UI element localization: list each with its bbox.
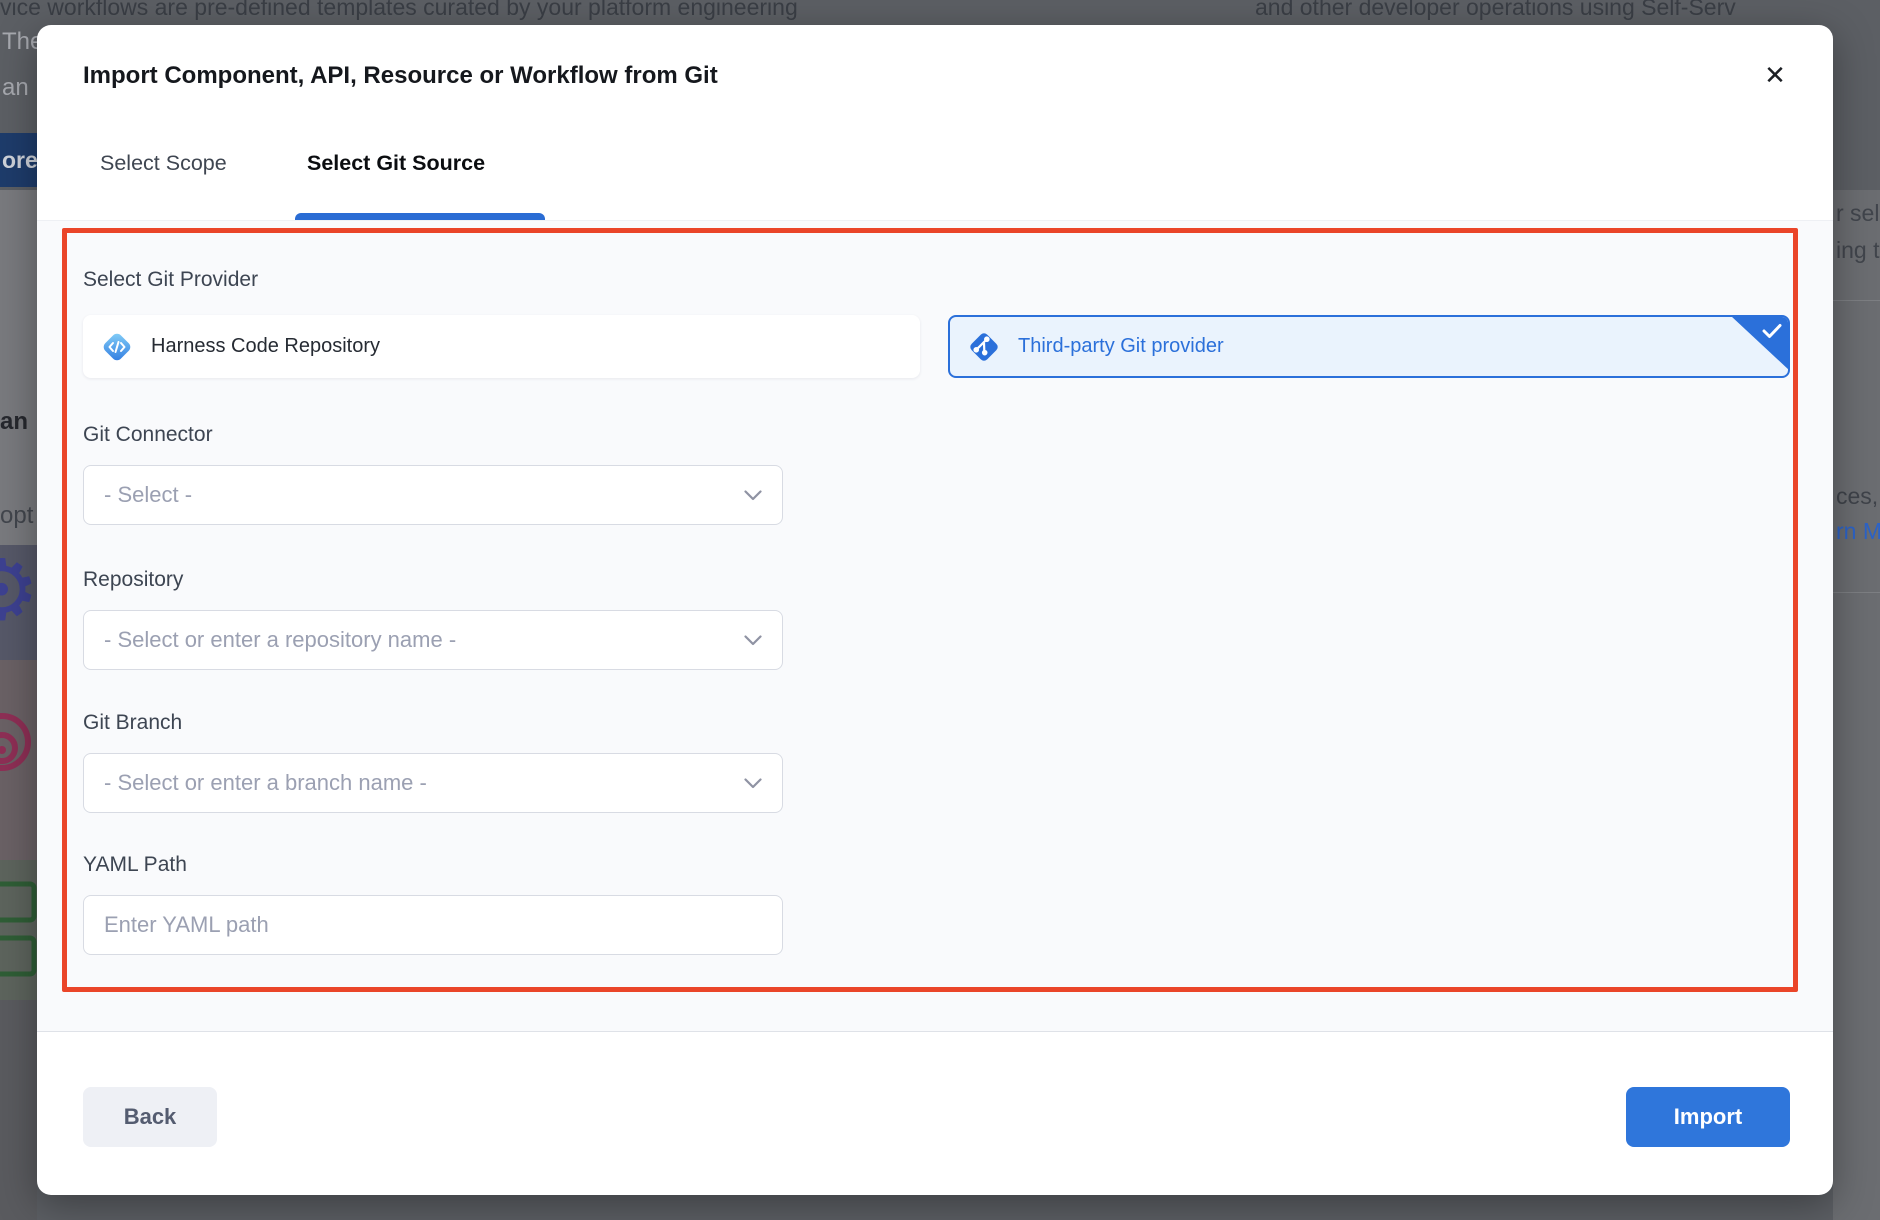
backdrop-fragment: ing t xyxy=(1836,237,1879,264)
placeholder-text: - Select or enter a branch name - xyxy=(104,770,744,796)
provider-card-label: Third-party Git provider xyxy=(1018,335,1224,358)
selected-check-corner xyxy=(1731,316,1789,370)
placeholder-text: - Select - xyxy=(104,482,744,508)
provider-card-label: Harness Code Repository xyxy=(151,335,380,358)
squares-icon xyxy=(0,880,40,990)
provider-card-third-party-git[interactable]: Third-party Git provider xyxy=(948,315,1790,378)
yaml-path-input[interactable] xyxy=(83,895,783,955)
screen: vice workflows are pre-defined templates… xyxy=(0,0,1880,1220)
git-connector-select[interactable]: - Select - xyxy=(83,465,783,525)
backdrop-button-fragment: ore xyxy=(0,133,42,187)
backdrop-fragment: opt xyxy=(0,502,33,530)
backdrop-left-bottom xyxy=(0,1000,37,1220)
placeholder-text: - Select or enter a repository name - xyxy=(104,627,744,653)
close-icon[interactable]: ✕ xyxy=(1757,57,1793,93)
check-icon xyxy=(1762,323,1782,339)
import-button[interactable]: Import xyxy=(1626,1087,1790,1147)
modal-title: Import Component, API, Resource or Workf… xyxy=(83,62,718,90)
code-diamond-icon xyxy=(99,329,135,365)
backdrop-fragment: an xyxy=(0,408,28,436)
backdrop-right-light xyxy=(1833,190,1880,1220)
backdrop-top-left-text: vice workflows are pre-defined templates… xyxy=(0,0,798,21)
backdrop-fragment: an xyxy=(2,74,29,102)
tab-select-git-source[interactable]: Select Git Source xyxy=(307,151,485,176)
backdrop-link-fragment: rn M xyxy=(1836,518,1880,545)
git-branch-select[interactable]: - Select or enter a branch name - xyxy=(83,753,783,813)
gear-icon: ⚙ xyxy=(0,548,39,632)
git-icon xyxy=(966,329,1002,365)
chevron-down-icon xyxy=(744,778,762,789)
git-connector-label: Git Connector xyxy=(83,423,213,447)
import-modal: Import Component, API, Resource or Workf… xyxy=(37,25,1833,1195)
tab-select-scope[interactable]: Select Scope xyxy=(100,151,227,176)
chevron-down-icon xyxy=(744,490,762,501)
backdrop-right-line xyxy=(1833,592,1880,593)
swirl-icon xyxy=(0,692,38,792)
repository-select[interactable]: - Select or enter a repository name - xyxy=(83,610,783,670)
provider-card-harness-code[interactable]: Harness Code Repository xyxy=(83,315,920,378)
git-branch-label: Git Branch xyxy=(83,711,182,735)
yaml-path-label: YAML Path xyxy=(83,853,187,877)
select-git-provider-label: Select Git Provider xyxy=(83,268,258,292)
back-button[interactable]: Back xyxy=(83,1087,217,1147)
chevron-down-icon xyxy=(744,635,762,646)
backdrop-top-right-text: and other developer operations using Sel… xyxy=(1255,0,1736,21)
backdrop-fragment: r sel xyxy=(1836,200,1879,227)
repository-label: Repository xyxy=(83,568,183,592)
active-tab-underline xyxy=(295,213,545,220)
backdrop-right-line xyxy=(1833,300,1880,301)
backdrop-fragment: ces, xyxy=(1836,483,1878,510)
